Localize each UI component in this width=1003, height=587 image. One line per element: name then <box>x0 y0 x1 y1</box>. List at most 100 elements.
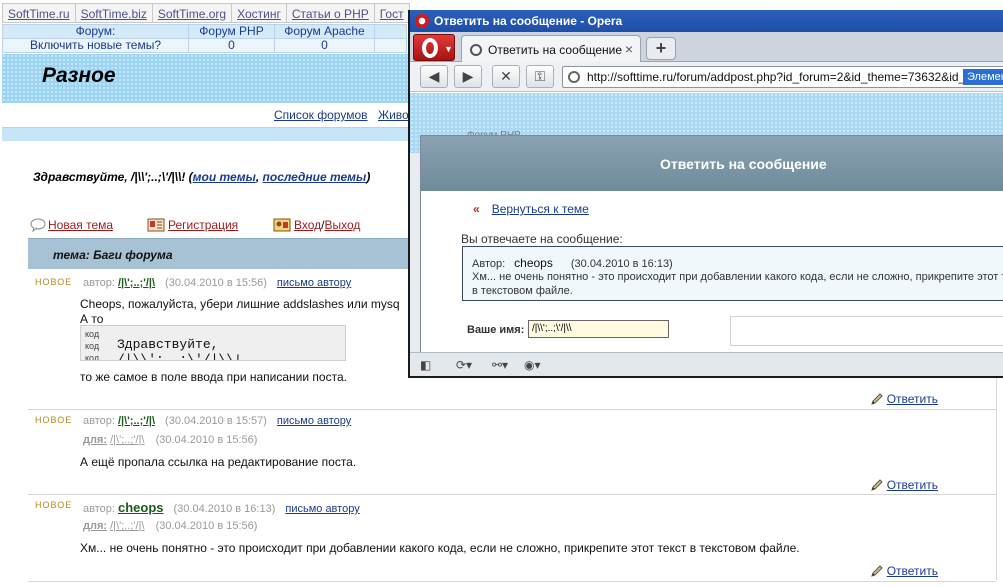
post-for-line: для: /|\';..;'/|\ (30.04.2010 в 15:56) <box>83 434 257 446</box>
reply-action[interactable]: Ответить <box>870 564 938 578</box>
post-date: (30.04.2010 в 15:56) <box>165 277 267 289</box>
register-action[interactable]: Регистрация <box>146 218 238 232</box>
back-button[interactable]: ◀ <box>420 65 448 88</box>
new-badge: НОВОЕ <box>35 500 73 510</box>
for-date: (30.04.2010 в 15:56) <box>155 520 258 532</box>
nav-php-articles[interactable]: Статьи о PHP <box>285 3 374 23</box>
my-topics-link[interactable]: мои темы <box>193 170 256 184</box>
nav-softtime-org[interactable]: SoftTime.org <box>151 3 232 23</box>
code-label: код <box>85 329 100 339</box>
post-text: А ещё пропала ссылка на редактирование п… <box>80 455 357 469</box>
quote-date: (30.04.2010 в 16:13) <box>570 258 673 270</box>
author-prefix: автор: <box>83 415 118 427</box>
live-link[interactable]: Живо <box>378 108 409 122</box>
new-topic-action[interactable]: Новая тема <box>30 218 113 232</box>
stats-row-label: Включить новые темы? <box>2 38 189 53</box>
url-text[interactable]: http://softtime.ru/forum/addpost.php?id_… <box>587 70 988 84</box>
author-link[interactable]: cheops <box>118 500 164 515</box>
page-favicon-icon <box>470 44 482 56</box>
wand-key-button[interactable]: ⚿ <box>526 65 554 88</box>
post-for-line: для: /|\';..;'/|\ (30.04.2010 в 15:56) <box>83 520 257 532</box>
name-input[interactable]: /|\\';..;\'/|\\ <box>528 320 669 338</box>
unite-icon[interactable]: ⚯▾ <box>492 357 508 373</box>
back-to-topic-link[interactable]: Вернуться к теме <box>492 202 589 216</box>
opera-menu-button[interactable]: ▼ <box>413 34 455 61</box>
quote-author: cheops <box>514 256 553 270</box>
last-topics-link[interactable]: последние темы <box>263 170 367 184</box>
author-prefix: автор: <box>83 503 118 515</box>
sync-icon[interactable]: ⟳▾ <box>456 357 472 373</box>
close-tab-icon[interactable]: × <box>625 41 633 57</box>
stats-header-forum: Форум: <box>2 24 189 39</box>
turbo-icon[interactable]: ◉▾ <box>524 357 541 373</box>
code-label: код <box>85 341 100 351</box>
mail-author-link[interactable]: письмо автору <box>285 503 359 515</box>
pencil-icon <box>870 479 883 491</box>
tab-strip: ▼ Ответить на сообщение × + <box>410 32 1003 62</box>
register-link[interactable]: Регистрация <box>168 218 238 232</box>
stop-button[interactable]: ✕ <box>492 65 520 88</box>
mail-author-link[interactable]: письмо автору <box>277 415 351 427</box>
post-item: НОВОЕ автор: /|\';..;'/|\ (30.04.2010 в 1… <box>28 411 996 495</box>
reply-dialog: Ответить на сообщение « Вернуться к теме… <box>420 135 1003 352</box>
elements-badge[interactable]: Элемен <box>963 69 1003 85</box>
login-action[interactable]: Вход / Выход <box>272 218 360 232</box>
code-labels: код код код <box>85 328 100 360</box>
dialog-header: Ответить на сообщение <box>421 136 1003 191</box>
quote-text: Хм... не очень понятно - это происходит … <box>472 271 1003 297</box>
forward-button[interactable]: ▶ <box>454 65 482 88</box>
address-bar[interactable]: http://softtime.ru/forum/addpost.php?id_… <box>562 66 1003 88</box>
greeting-comma: , <box>255 170 263 184</box>
nav-softtime-biz[interactable]: SoftTime.biz <box>74 3 152 23</box>
stats-value-php: 0 <box>188 38 275 53</box>
post-date: (30.04.2010 в 15:57) <box>165 415 267 427</box>
stats-header-extra <box>374 24 407 39</box>
panel-toggle-icon[interactable]: ◧ <box>420 357 431 373</box>
replying-to-label: Вы отвечаете на сообщение: <box>461 232 623 246</box>
site-info-icon[interactable] <box>568 71 580 83</box>
reply-action[interactable]: Ответить <box>870 392 938 406</box>
for-date: (30.04.2010 в 15:56) <box>155 434 258 446</box>
quoted-message: Автор: cheops (30.04.2010 в 16:13) Хм... н… <box>462 246 1003 301</box>
reply-link[interactable]: Ответить <box>887 564 938 578</box>
post-line: то же самое в поле ввода при написании п… <box>80 370 347 384</box>
post-meta: автор: cheops (30.04.2010 в 16:13) письмо … <box>83 500 360 515</box>
window-titlebar[interactable]: Ответить на сообщение - Opera <box>410 10 1003 32</box>
forum-list-link[interactable]: Список форумов <box>274 108 368 122</box>
nav-guestbook[interactable]: Гост <box>373 3 410 23</box>
stats-value-apache: 0 <box>274 38 375 53</box>
new-tab-button[interactable]: + <box>646 37 676 60</box>
navigation-toolbar: ◀ ▶ ✕ ⚿ http://softtime.ru/forum/addpost… <box>410 62 1003 92</box>
for-author-link[interactable]: /|\';..;'/|\ <box>110 520 144 532</box>
greeting-prefix: Здравствуйте, /|\\';..;\'/|\\! ( <box>33 170 193 184</box>
code-text: Здравствуйте, /|\\';..;\'/|\\! <box>117 337 242 361</box>
mail-author-link[interactable]: письмо автору <box>277 277 351 289</box>
quote-header: Автор: cheops (30.04.2010 в 16:13) <box>472 256 673 270</box>
back-to-topic[interactable]: « Вернуться к теме <box>473 202 589 216</box>
greeting: Здравствуйте, /|\\';..;\'/|\\! (мои темы… <box>33 170 370 184</box>
author-link[interactable]: /|\';..;'/|\ <box>118 415 155 427</box>
post-line: Cheops, пожалуйста, убери лишние addslas… <box>80 297 400 311</box>
reply-action[interactable]: Ответить <box>870 478 938 492</box>
pencil-icon <box>870 565 883 577</box>
nav-hosting[interactable]: Хостинг <box>231 3 286 23</box>
new-topic-link[interactable]: Новая тема <box>48 218 113 232</box>
reply-link[interactable]: Ответить <box>887 478 938 492</box>
forum-actions: Новая тема Регистрация Вход / Выход <box>30 218 408 234</box>
for-author-link[interactable]: /|\';..;'/|\ <box>110 434 144 446</box>
greeting-suffix: ) <box>366 170 371 184</box>
pencil-icon <box>870 393 883 405</box>
tab-reply[interactable]: Ответить на сообщение × <box>461 35 641 62</box>
forum-stats-table: Форум: Форум PHP Форум Apache Включить н… <box>2 24 407 53</box>
opera-logo-icon <box>415 14 429 28</box>
tab-label: Ответить на сообщение <box>488 43 623 57</box>
login-link[interactable]: Вход <box>294 218 321 232</box>
post-item: НОВОЕ автор: cheops (30.04.2010 в 16:13) п… <box>28 496 996 582</box>
author-prefix: автор: <box>83 277 118 289</box>
nav-softtime-ru[interactable]: SoftTime.ru <box>2 3 75 23</box>
speech-bubble-icon <box>30 218 46 232</box>
logout-link[interactable]: Выход <box>325 218 361 232</box>
for-label: для: <box>83 520 108 532</box>
author-link[interactable]: /|\';..;'/|\ <box>118 277 155 289</box>
reply-link[interactable]: Ответить <box>887 392 938 406</box>
